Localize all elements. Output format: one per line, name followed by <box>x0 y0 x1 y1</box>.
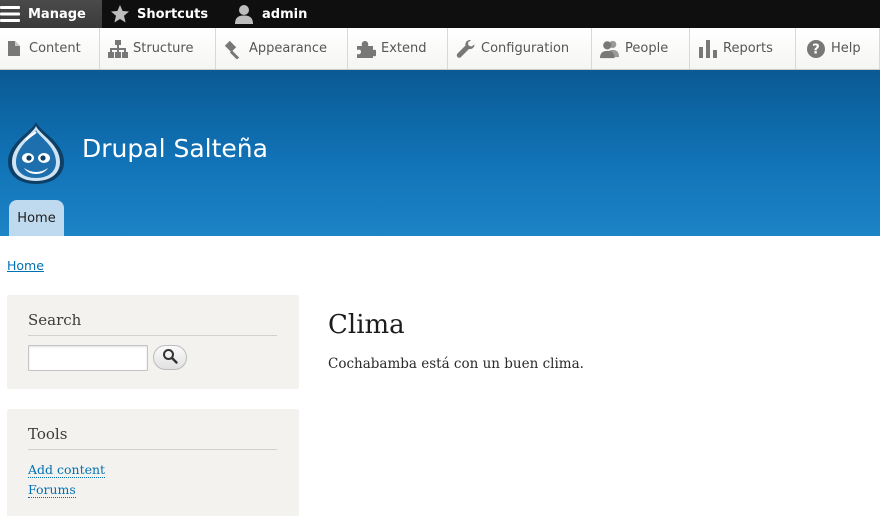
menu-item-label: Content <box>29 41 81 56</box>
shortcuts-label: Shortcuts <box>137 6 209 22</box>
drupal-logo[interactable] <box>6 120 66 186</box>
menu-item-structure[interactable]: Structure <box>100 28 216 69</box>
search-block-title: Search <box>28 311 277 336</box>
help-icon: ? <box>806 39 826 59</box>
menu-item-content[interactable]: Content <box>0 28 100 69</box>
user-icon <box>234 4 254 24</box>
node-body: Cochabamba está con un buen clima. <box>328 356 584 372</box>
admin-toolbar: Manage Shortcuts admin <box>0 0 880 28</box>
search-input[interactable] <box>28 345 148 371</box>
site-name[interactable]: Drupal Salteña <box>82 134 268 163</box>
menu-item-label: Extend <box>381 41 427 56</box>
page-title: Clima <box>328 310 405 340</box>
menu-item-label: Structure <box>133 41 194 56</box>
search-button[interactable] <box>153 345 187 370</box>
menu-item-configuration[interactable]: Configuration <box>448 28 592 69</box>
admin-menu-tray: Content Structure Appearance Extend Conf… <box>0 28 880 70</box>
menu-item-label: Help <box>831 41 861 56</box>
bar-chart-icon <box>698 39 718 59</box>
svg-text:?: ? <box>812 42 820 57</box>
tools-block-title: Tools <box>28 425 277 450</box>
search-block: Search <box>7 295 299 389</box>
puzzle-icon <box>356 39 376 59</box>
shortcuts-tab[interactable]: Shortcuts <box>102 0 220 28</box>
menu-item-label: Reports <box>723 41 773 56</box>
menu-item-reports[interactable]: Reports <box>690 28 796 69</box>
paintbrush-icon <box>224 39 244 59</box>
manage-label: Manage <box>28 6 86 22</box>
user-tab[interactable]: admin <box>220 0 307 28</box>
forums-link[interactable]: Forums <box>28 483 76 498</box>
breadcrumb-home[interactable]: Home <box>7 258 44 273</box>
star-icon <box>110 4 130 24</box>
file-icon <box>4 39 24 59</box>
menu-item-label: Appearance <box>249 41 328 56</box>
user-label: admin <box>262 6 308 22</box>
tab-home[interactable]: Home <box>9 200 64 236</box>
add-content-link[interactable]: Add content <box>28 463 106 478</box>
menu-item-label: People <box>625 41 669 56</box>
people-icon <box>600 39 620 59</box>
tools-block: Tools Add content Forums <box>7 409 299 516</box>
menu-item-extend[interactable]: Extend <box>348 28 448 69</box>
wrench-icon <box>456 39 476 59</box>
hamburger-icon <box>0 4 22 24</box>
sitemap-icon <box>108 39 128 59</box>
menu-item-appearance[interactable]: Appearance <box>216 28 348 69</box>
menu-item-people[interactable]: People <box>592 28 690 69</box>
manage-tab[interactable]: Manage <box>0 0 102 28</box>
menu-item-help[interactable]: ? Help <box>796 28 880 69</box>
site-header: Drupal Salteña Home <box>0 70 880 236</box>
menu-item-label: Configuration <box>481 41 570 56</box>
search-icon <box>162 348 178 368</box>
